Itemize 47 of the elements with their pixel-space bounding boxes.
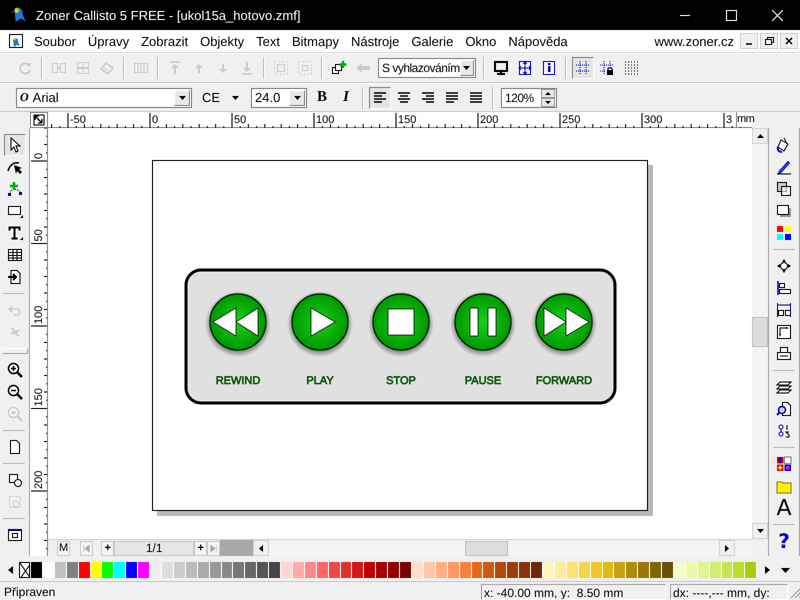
button-label: FORWARD	[536, 375, 592, 387]
menu-item[interactable]: Nápověda	[502, 34, 574, 48]
font-button[interactable]: A	[773, 497, 795, 519]
add-page-button[interactable]: +	[194, 540, 208, 556]
ruler-number: 0	[33, 152, 45, 159]
font-size-dropdown[interactable]: 24.0	[251, 88, 307, 108]
zoom-field[interactable]: 120%	[501, 88, 557, 108]
master-page-button[interactable]: M	[57, 540, 70, 556]
menu-item[interactable]: Bitmapy	[286, 34, 345, 48]
ruler-number: 250	[562, 114, 580, 126]
menu-item[interactable]: Okno	[459, 34, 502, 48]
menu-item[interactable]: Objekty	[194, 34, 250, 48]
menu-item[interactable]: Úpravy	[82, 34, 136, 48]
ruler-number: 0	[152, 114, 158, 126]
ruler-number: 200	[33, 470, 45, 489]
ruler-number: 50	[33, 229, 45, 242]
ruler-number: 150	[398, 114, 416, 126]
italic-button[interactable]: I	[335, 86, 357, 108]
menu-item[interactable]: Zobrazit	[135, 34, 194, 48]
ruler-unit: mm	[736, 112, 752, 127]
button-label: REWIND	[216, 375, 260, 387]
charset-dropdown[interactable]: CE	[198, 88, 245, 108]
menu-item[interactable]: Soubor	[28, 34, 82, 48]
window-title: Zoner Callisto 5 FREE - [ukol15a_hotovo.zmf]	[36, 8, 302, 22]
button-label: STOP	[386, 375, 416, 387]
ruler-number: 100	[33, 306, 45, 324]
website-link[interactable]: www.zoner.cz	[654, 34, 734, 48]
button-label: PLAY	[306, 375, 334, 387]
render-mode-dropdown[interactable]: S vyhlazováním	[378, 58, 476, 78]
button-label: PAUSE	[464, 375, 502, 387]
ruler-number: 150	[33, 388, 45, 406]
ruler-number: 300	[644, 114, 662, 126]
menu-item[interactable]: Nástroje	[344, 34, 406, 48]
ruler-number: 200	[480, 114, 498, 126]
ruler-number: 100	[316, 114, 334, 126]
menu-item[interactable]: Text	[250, 34, 286, 48]
add-page-button[interactable]: +	[101, 540, 114, 556]
ruler-number: 3	[726, 114, 732, 126]
ruler-number: 50	[234, 114, 246, 126]
menu-item[interactable]: Galerie	[405, 34, 460, 48]
ruler-number: -50	[70, 114, 86, 126]
bold-button[interactable]: B	[311, 86, 333, 108]
font-dropdown[interactable]: O Arial	[16, 88, 192, 108]
font-type-icon: O	[17, 90, 29, 105]
status-message: Připraven	[3, 584, 56, 598]
page-number: 1/1	[114, 540, 194, 556]
help-button[interactable]: ?	[773, 530, 795, 552]
